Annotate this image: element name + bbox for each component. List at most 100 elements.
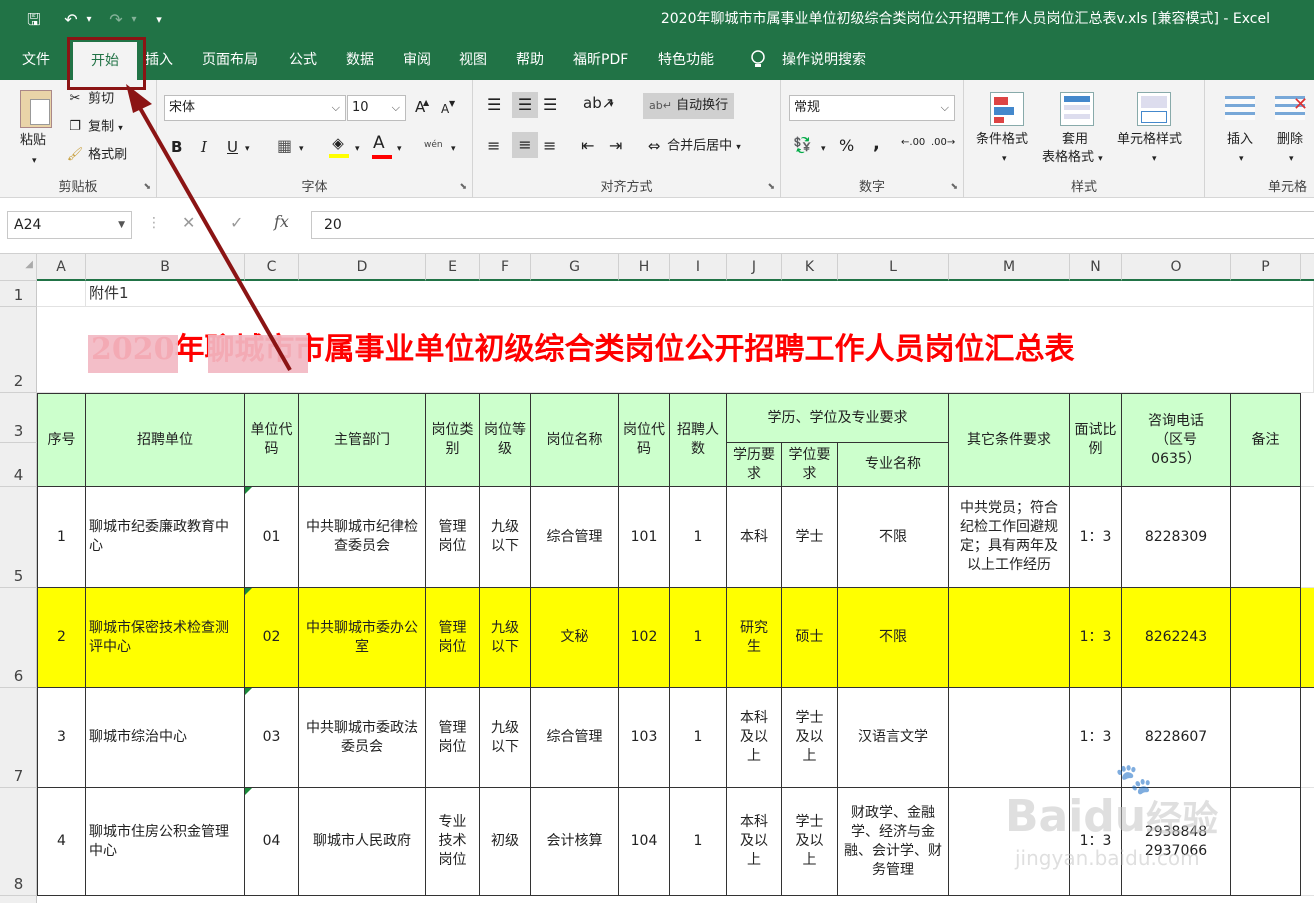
bold-button[interactable]: B [171, 138, 182, 156]
conditional-dropdown-icon[interactable]: ▾ [1002, 150, 1007, 168]
fill-color-dropdown-icon[interactable]: ▾ [355, 140, 360, 158]
data-cell[interactable]: 4 [37, 788, 86, 896]
column-header-j[interactable]: J [727, 254, 782, 281]
data-cell[interactable]: 102 [619, 588, 670, 688]
paste-icon[interactable] [20, 90, 52, 128]
data-cell[interactable] [949, 688, 1070, 788]
paste-button[interactable]: 粘贴 [20, 132, 46, 150]
data-cell[interactable]: 8262243 [1122, 588, 1231, 688]
data-cell[interactable]: 中共聊城市委办公室 [299, 588, 426, 688]
header-post-type[interactable]: 岗位类别 [426, 393, 480, 487]
data-cell[interactable]: 硕士 [782, 588, 838, 688]
row-header-3[interactable]: 3 [0, 393, 37, 443]
undo-dropdown-icon[interactable]: ▾ [83, 8, 95, 32]
format-painter-button[interactable]: 🖌 格式刷 [66, 146, 127, 165]
data-cell[interactable]: 03 [245, 688, 299, 788]
enter-icon[interactable]: ✓ [230, 213, 243, 232]
alignment-launcher-icon[interactable]: ⬊ [767, 182, 775, 192]
tab-review[interactable]: 审阅 [403, 40, 431, 80]
data-cell[interactable]: 本科及以上 [727, 688, 782, 788]
data-cell[interactable]: 103 [619, 688, 670, 788]
tab-help[interactable]: 帮助 [516, 40, 544, 80]
delete-cells-icon[interactable]: ✕ [1275, 92, 1309, 126]
currency-icon[interactable]: 💱 [793, 136, 812, 154]
wrap-text-button[interactable]: ab↵ 自动换行 [643, 93, 735, 119]
data-cell[interactable]: 九级以下 [480, 487, 531, 588]
cell-b1-attachment[interactable]: 附件1 [86, 281, 1314, 307]
data-cell[interactable] [1231, 688, 1301, 788]
data-cell[interactable]: 01 [245, 487, 299, 588]
header-count[interactable]: 招聘人数 [670, 393, 727, 487]
column-header-a[interactable]: A [37, 254, 86, 281]
header-dept[interactable]: 主管部门 [299, 393, 426, 487]
data-cell[interactable]: 本科 [727, 487, 782, 588]
data-cell[interactable]: 8228607 [1122, 688, 1231, 788]
font-launcher-icon[interactable]: ⬊ [459, 182, 467, 192]
align-middle-icon[interactable]: ☰ [512, 92, 538, 118]
row-header-2[interactable]: 2 [0, 307, 37, 393]
data-cell[interactable]: 1：3 [1070, 688, 1122, 788]
header-unit-code[interactable]: 单位代码 [245, 393, 299, 487]
redo-icon[interactable]: ↷ [105, 8, 127, 32]
data-cell[interactable]: 研究生 [727, 588, 782, 688]
tab-file[interactable]: 文件 [22, 40, 50, 80]
data-cell[interactable]: 管理岗位 [426, 688, 480, 788]
data-cell[interactable]: 管理岗位 [426, 588, 480, 688]
data-cell[interactable]: 学士及以上 [782, 788, 838, 896]
tell-me-search[interactable]: 操作说明搜索 [782, 40, 866, 80]
data-cell[interactable]: 中共聊城市委政法委员会 [299, 688, 426, 788]
merge-center-button[interactable]: ⇔ 合并后居中 ▾ [645, 137, 741, 157]
name-box-dropdown-icon[interactable]: ▼ [118, 212, 125, 238]
align-right-icon[interactable]: ≡ [543, 137, 556, 155]
tab-formulas[interactable]: 公式 [289, 40, 317, 80]
column-header-n[interactable]: N [1070, 254, 1122, 281]
column-header-h[interactable]: H [619, 254, 670, 281]
header-seq[interactable]: 序号 [37, 393, 86, 487]
header-post-code[interactable]: 岗位代码 [619, 393, 670, 487]
header-post-name[interactable]: 岗位名称 [531, 393, 619, 487]
insert-dropdown-icon[interactable]: ▾ [1239, 150, 1244, 168]
data-cell[interactable]: 中共聊城市纪律检查委员会 [299, 487, 426, 588]
data-cell[interactable]: 不限 [838, 588, 949, 688]
format-as-table-button[interactable]: 表格格式 ▾ [1042, 149, 1103, 168]
cut-button[interactable]: ✂ 剪切 [66, 90, 115, 109]
data-cell[interactable]: 九级以下 [480, 588, 531, 688]
tab-insert[interactable]: 插入 [145, 40, 173, 80]
save-icon[interactable]: 🖫 [22, 8, 46, 32]
header-post-level[interactable]: 岗位等级 [480, 393, 531, 487]
delete-cells-button[interactable]: 删除 [1277, 131, 1303, 149]
data-cell[interactable]: 2938848 2937066 [1122, 788, 1231, 896]
data-cell[interactable]: 综合管理 [531, 487, 619, 588]
data-cell[interactable]: 1：3 [1070, 788, 1122, 896]
row-header-7[interactable]: 7 [0, 688, 37, 788]
data-cell[interactable] [949, 588, 1070, 688]
column-header-d[interactable]: D [299, 254, 426, 281]
header-edu-group[interactable]: 学历、学位及专业要求 [727, 393, 949, 443]
data-cell[interactable]: 管理岗位 [426, 487, 480, 588]
conditional-formatting-button[interactable]: 条件格式 [976, 131, 1028, 149]
data-cell[interactable]: 聊城市保密技术检查测评中心 [86, 588, 245, 688]
data-cell[interactable]: 聊城市人民政府 [299, 788, 426, 896]
redo-dropdown-icon[interactable]: ▾ [128, 8, 140, 32]
undo-icon[interactable]: ↶ [60, 8, 82, 32]
data-cell[interactable]: 学士 [782, 487, 838, 588]
header-other[interactable]: 其它条件要求 [949, 393, 1070, 487]
paste-dropdown-icon[interactable]: ▾ [32, 152, 37, 170]
cell-styles-dropdown-icon[interactable]: ▾ [1152, 150, 1157, 168]
data-cell[interactable]: 九级以下 [480, 688, 531, 788]
insert-cells-button[interactable]: 插入 [1227, 131, 1253, 149]
percent-style-button[interactable]: % [839, 137, 854, 155]
increase-decimal-button[interactable]: ←.00 [901, 137, 925, 148]
data-cell[interactable]: 中共党员；符合纪检工作回避规定；具有两年及以上工作经历 [949, 487, 1070, 588]
row-header-6[interactable]: 6 [0, 588, 37, 688]
data-cell[interactable]: 1：3 [1070, 487, 1122, 588]
underline-button[interactable]: U [227, 138, 238, 156]
insert-cells-icon[interactable] [1225, 92, 1259, 126]
customize-toolbar-icon[interactable]: ▾ [150, 8, 168, 32]
column-header-m[interactable]: M [949, 254, 1070, 281]
data-cell[interactable]: 会计核算 [531, 788, 619, 896]
number-launcher-icon[interactable]: ⬊ [950, 182, 958, 192]
cell-a1[interactable] [37, 281, 86, 307]
format-as-table-icon[interactable] [1060, 92, 1094, 126]
increase-indent-icon[interactable]: ⇥ [609, 137, 622, 155]
